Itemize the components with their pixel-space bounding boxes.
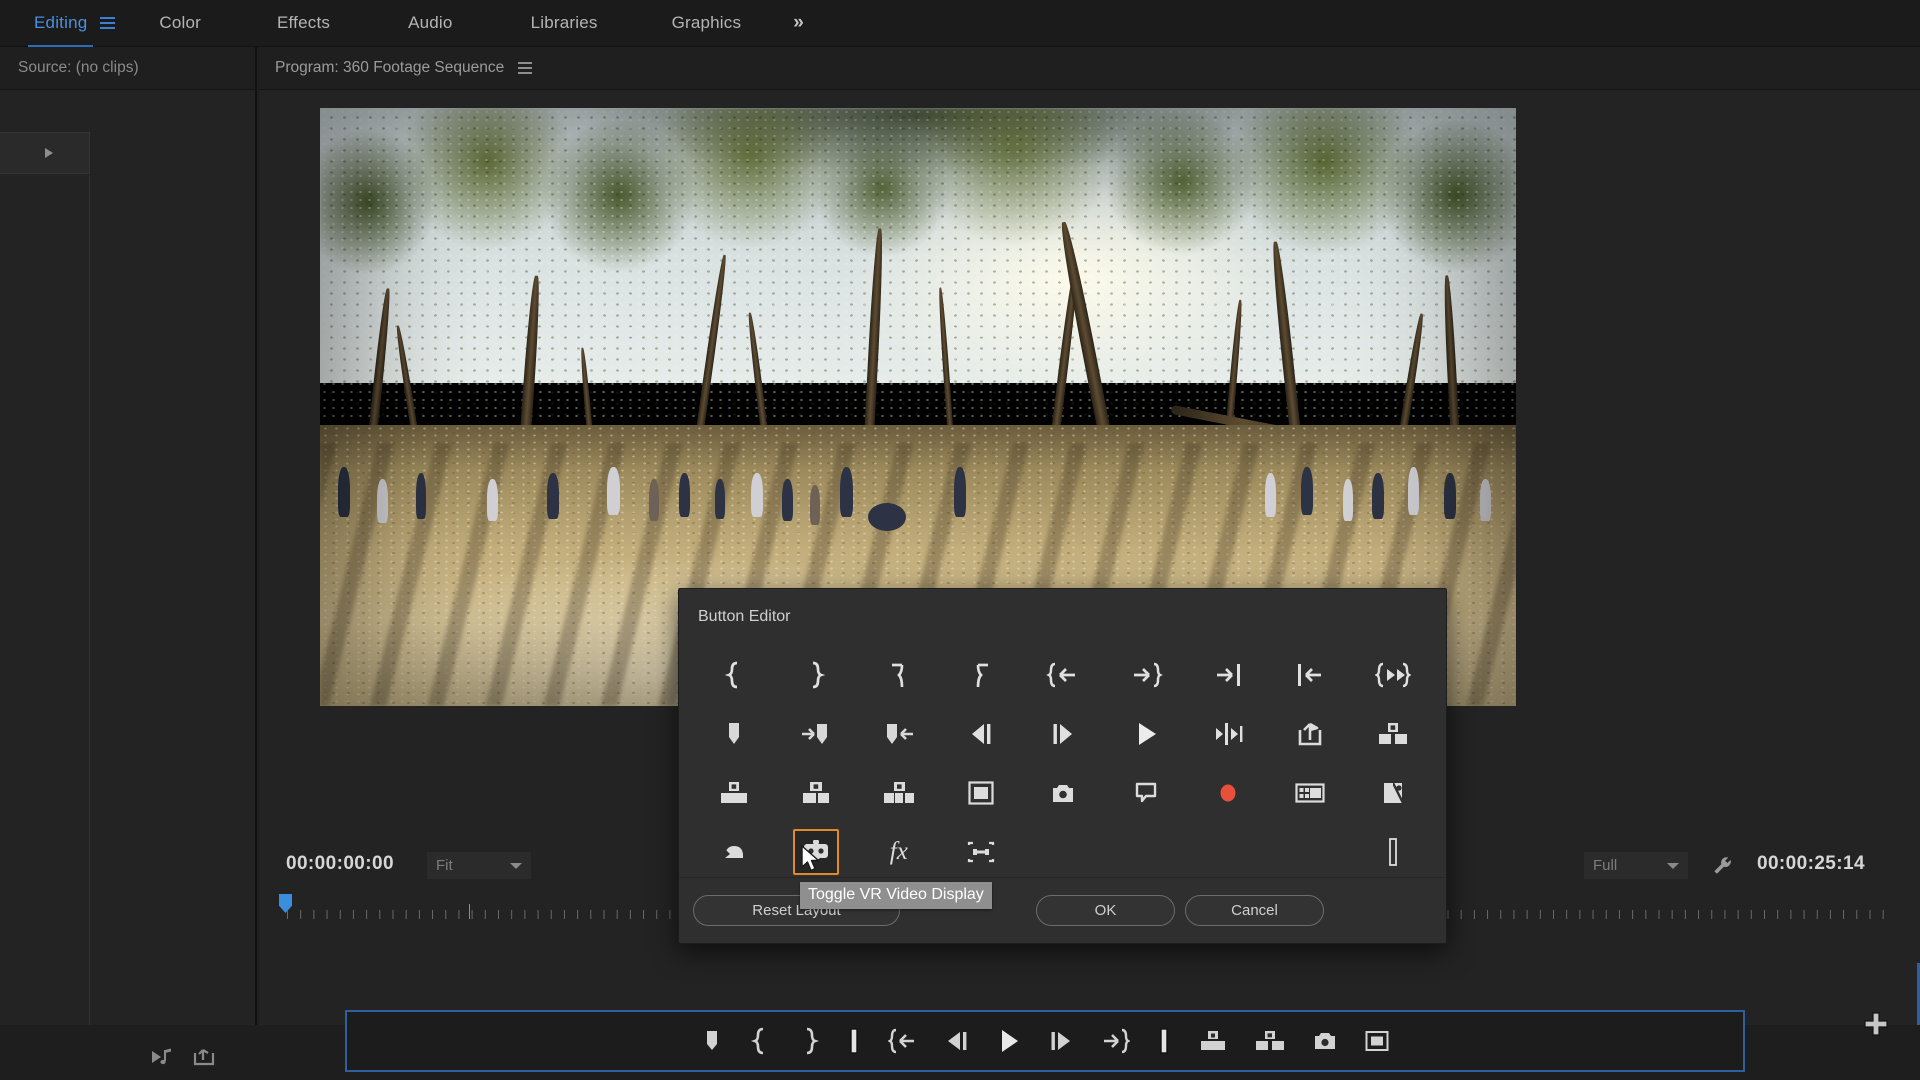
program-button-bar[interactable] [345,1010,1745,1072]
source-subpanel-header[interactable] [0,132,90,174]
blank-spacer-4[interactable] [1287,829,1333,875]
comparison-view-button[interactable] [1370,770,1416,816]
step-back-button[interactable] [944,1029,970,1053]
add-marker-button[interactable] [711,711,757,757]
export-frame-button[interactable] [1287,711,1333,757]
playback-resolution-select[interactable]: Full [1584,852,1688,879]
source-tabbar: Source: (no clips) [0,47,255,90]
overwrite-button[interactable] [793,770,839,816]
safe-margins-button[interactable] [958,770,1004,816]
export-frame-button[interactable] [1312,1029,1338,1053]
export-frame-camera-button[interactable] [1040,770,1086,816]
extract-button[interactable] [1254,1029,1286,1053]
play-stop-button[interactable] [996,1028,1022,1054]
workspace-tab-color[interactable]: Color [153,0,207,47]
play-around-button[interactable] [1205,711,1251,757]
chevron-down-icon [1667,862,1679,869]
marker-button[interactable] [700,1028,724,1054]
workspace-tab-label: Editing [34,13,88,32]
mark-clip-in-button[interactable] [876,652,922,698]
workspace-menu-icon[interactable] [95,0,119,47]
wrench-icon[interactable] [1711,854,1735,878]
export-audio-icon[interactable] [150,1047,174,1067]
workspace-overflow-icon[interactable]: » [793,0,803,47]
workspace-tab-graphics[interactable]: Graphics [666,0,748,47]
extract-button[interactable] [1370,711,1416,757]
go-to-in-button[interactable] [1040,652,1086,698]
button-editor-dialog: Button Editor fx Reset Layout OK Cancel [678,588,1447,944]
workspace-tab-libraries[interactable]: Libraries [525,0,604,47]
record-button[interactable] [1205,770,1251,816]
export-frame-icon[interactable] [192,1047,216,1067]
step-back-button[interactable] [958,711,1004,757]
comparison-view-button[interactable] [1364,1029,1390,1053]
play-in-to-out-button[interactable] [1370,652,1416,698]
play-stop-toggle-button[interactable] [1123,711,1169,757]
go-to-out-button[interactable] [1156,1027,1172,1055]
lift-button[interactable] [711,770,757,816]
blank-spacer-1[interactable] [1040,829,1086,875]
blank-spacer-3[interactable] [1205,829,1251,875]
program-tabbar: Program: 360 Footage Sequence [259,47,1920,90]
go-to-next-marker-button[interactable] [1100,1028,1130,1054]
mouse-cursor [800,845,822,880]
insert-button[interactable] [876,770,922,816]
button-editor-footer: Reset Layout OK Cancel [679,877,1446,943]
mark-clip-out-button[interactable] [958,652,1004,698]
lift-button[interactable] [1198,1029,1228,1053]
tooltip: Toggle VR Video Display [800,882,992,909]
timeline-major-tick [469,904,470,919]
panel-menu-icon[interactable] [518,62,533,74]
zoom-level-label: Fit [436,857,453,874]
effects-fx-button[interactable]: fx [876,829,922,875]
workspace-tab-audio[interactable]: Audio [402,0,458,47]
mark-in-button[interactable] [711,652,757,698]
blank-spacer-2[interactable] [1123,829,1169,875]
go-to-previous-marker-button[interactable] [888,1028,918,1054]
zoom-level-select[interactable]: Fit [427,852,531,879]
playback-resolution-label: Full [1593,857,1618,874]
button-editor-title: Button Editor [698,608,791,625]
go-to-previous-edit-button[interactable] [1287,652,1333,698]
workspace-bar: Editing Color Effects Audio Libraries Gr… [0,0,1920,47]
workspace-tab-label: Effects [277,13,331,32]
workspace-tab-editing[interactable]: Editing [28,0,94,47]
mark-out-button[interactable] [793,652,839,698]
step-forward-button[interactable] [1040,711,1086,757]
mark-in-button[interactable] [750,1027,772,1055]
workspace-tab-label: Color [159,13,202,32]
transform-handles-button[interactable] [958,829,1004,875]
workspace-tab-label: Graphics [671,13,742,32]
undo-button[interactable] [711,829,757,875]
add-comment-button[interactable] [1123,770,1169,816]
go-to-out-button[interactable] [1123,652,1169,698]
duration-timecode[interactable]: 00:00:25:14 [1757,853,1865,875]
source-tab-label[interactable]: Source: (no clips) [18,59,139,77]
expand-arrow-icon [44,148,53,158]
go-to-next-marker-button[interactable] [793,711,839,757]
spacer-bar-button[interactable] [1370,829,1416,875]
ok-button[interactable]: OK [1036,895,1175,926]
workspace-tab-effects[interactable]: Effects [271,0,336,47]
source-panel-body [0,175,90,1025]
workspace-tab-label: Libraries [530,13,598,32]
workspace-tab-label: Audio [408,13,453,32]
cancel-button[interactable]: Cancel [1185,895,1324,926]
go-to-previous-marker-button[interactable] [876,711,922,757]
mark-out-button[interactable] [798,1027,820,1055]
chevron-down-icon [510,862,522,869]
current-timecode[interactable]: 00:00:00:00 [286,853,394,875]
program-tab-label[interactable]: Program: 360 Footage Sequence [275,59,504,77]
source-panel: Source: (no clips) [0,47,257,1066]
source-bottom-toolbar [150,1047,216,1067]
go-to-in-button[interactable] [846,1027,862,1055]
multi-camera-button[interactable] [1287,770,1333,816]
add-button-icon[interactable] [1861,1009,1891,1039]
go-to-next-edit-button[interactable] [1205,652,1251,698]
step-forward-button[interactable] [1048,1029,1074,1053]
